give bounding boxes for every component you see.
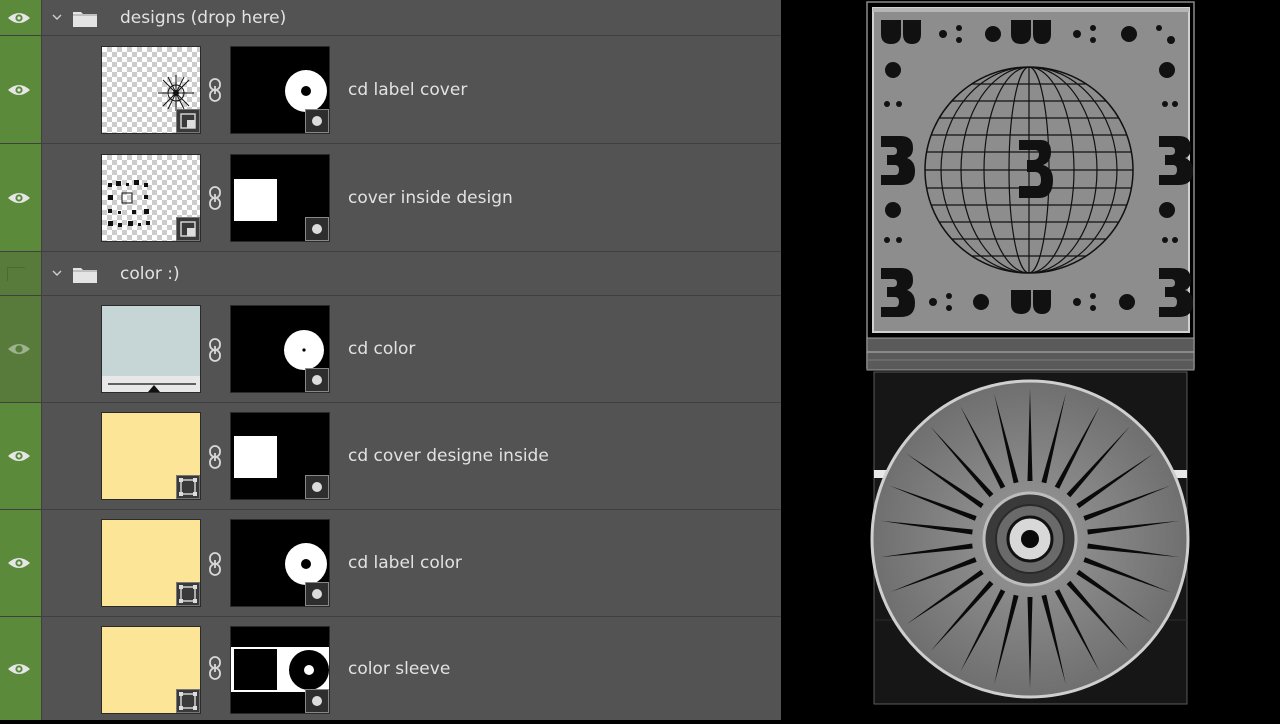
visibility-toggle[interactable] bbox=[0, 510, 42, 616]
canvas-preview bbox=[781, 0, 1280, 720]
chevron-down-icon[interactable] bbox=[52, 268, 62, 278]
mask-icon bbox=[305, 475, 329, 499]
visibility-toggle[interactable] bbox=[0, 0, 42, 35]
link-icon[interactable] bbox=[207, 551, 223, 577]
visibility-toggle[interactable] bbox=[0, 144, 42, 251]
link-icon[interactable] bbox=[207, 77, 223, 103]
layer-thumbnail[interactable] bbox=[101, 305, 201, 393]
solid-color-icon bbox=[176, 475, 200, 499]
visibility-toggle[interactable] bbox=[0, 403, 42, 509]
layer-row[interactable]: cd label cover bbox=[0, 36, 781, 144]
layer-name: cd label cover bbox=[348, 79, 468, 100]
layer-row[interactable]: cd cover designe inside bbox=[0, 403, 781, 510]
layer-thumbnail[interactable] bbox=[101, 46, 201, 134]
folder-icon bbox=[73, 11, 97, 27]
smart-object-icon bbox=[176, 109, 200, 133]
visibility-toggle[interactable] bbox=[0, 36, 42, 143]
layer-row[interactable]: cd color bbox=[0, 296, 781, 403]
solid-color-icon bbox=[176, 689, 200, 713]
wireframe-globe-with-3 bbox=[872, 7, 1193, 333]
layers-panel: designs (drop here) cd label cover cover… bbox=[0, 0, 781, 720]
eye-icon bbox=[8, 84, 30, 95]
layer-name: cd label color bbox=[348, 553, 462, 573]
cd-mockup-preview bbox=[866, 1, 1195, 705]
folder-icon bbox=[73, 267, 97, 283]
mask-icon bbox=[305, 368, 329, 392]
layer-thumbnail[interactable] bbox=[101, 519, 201, 607]
eye-icon bbox=[8, 558, 30, 568]
solid-color-icon bbox=[176, 582, 200, 606]
smart-object-icon bbox=[176, 217, 200, 241]
layer-name: cover inside design bbox=[348, 187, 513, 208]
mask-icon bbox=[305, 582, 329, 606]
hidden-visibility-icon bbox=[7, 266, 25, 281]
layer-thumbnail[interactable] bbox=[101, 412, 201, 500]
layer-name: cd color bbox=[348, 339, 416, 359]
layer-group-designs[interactable]: designs (drop here) bbox=[0, 0, 781, 36]
layer-mask-thumbnail[interactable] bbox=[230, 519, 330, 607]
layer-row[interactable]: cover inside design bbox=[0, 144, 781, 252]
layer-mask-thumbnail[interactable] bbox=[230, 154, 330, 242]
gradient-icon bbox=[102, 376, 200, 392]
layer-thumbnail[interactable] bbox=[101, 626, 201, 714]
eye-icon bbox=[8, 344, 30, 354]
visibility-toggle[interactable] bbox=[0, 296, 42, 402]
layer-row[interactable]: color sleeve bbox=[0, 617, 781, 720]
layer-group-name: color :) bbox=[120, 263, 180, 284]
chevron-down-icon[interactable] bbox=[52, 12, 62, 22]
visibility-toggle[interactable] bbox=[0, 617, 42, 720]
layer-group-name: designs (drop here) bbox=[120, 7, 287, 28]
layer-mask-thumbnail[interactable] bbox=[230, 46, 330, 134]
eye-icon bbox=[8, 12, 30, 23]
layer-mask-thumbnail[interactable] bbox=[230, 305, 330, 393]
layer-mask-thumbnail[interactable] bbox=[230, 626, 330, 714]
eye-icon bbox=[8, 192, 30, 203]
mask-icon bbox=[305, 689, 329, 713]
link-icon[interactable] bbox=[207, 185, 223, 211]
eye-icon bbox=[8, 663, 30, 674]
layer-mask-thumbnail[interactable] bbox=[230, 412, 330, 500]
link-icon[interactable] bbox=[207, 337, 223, 363]
layer-group-color[interactable]: color :) bbox=[0, 252, 781, 296]
layer-name: cd cover designe inside bbox=[348, 446, 549, 466]
visibility-toggle[interactable] bbox=[0, 252, 42, 295]
radiating-petals-disc bbox=[870, 379, 1190, 699]
link-icon[interactable] bbox=[207, 655, 223, 681]
mask-icon bbox=[305, 217, 329, 241]
layer-thumbnail[interactable] bbox=[101, 154, 201, 242]
mask-icon bbox=[305, 109, 329, 133]
layer-name: color sleeve bbox=[348, 658, 451, 679]
eye-icon bbox=[8, 451, 30, 461]
layer-row[interactable]: cd label color bbox=[0, 510, 781, 617]
link-icon[interactable] bbox=[207, 444, 223, 470]
